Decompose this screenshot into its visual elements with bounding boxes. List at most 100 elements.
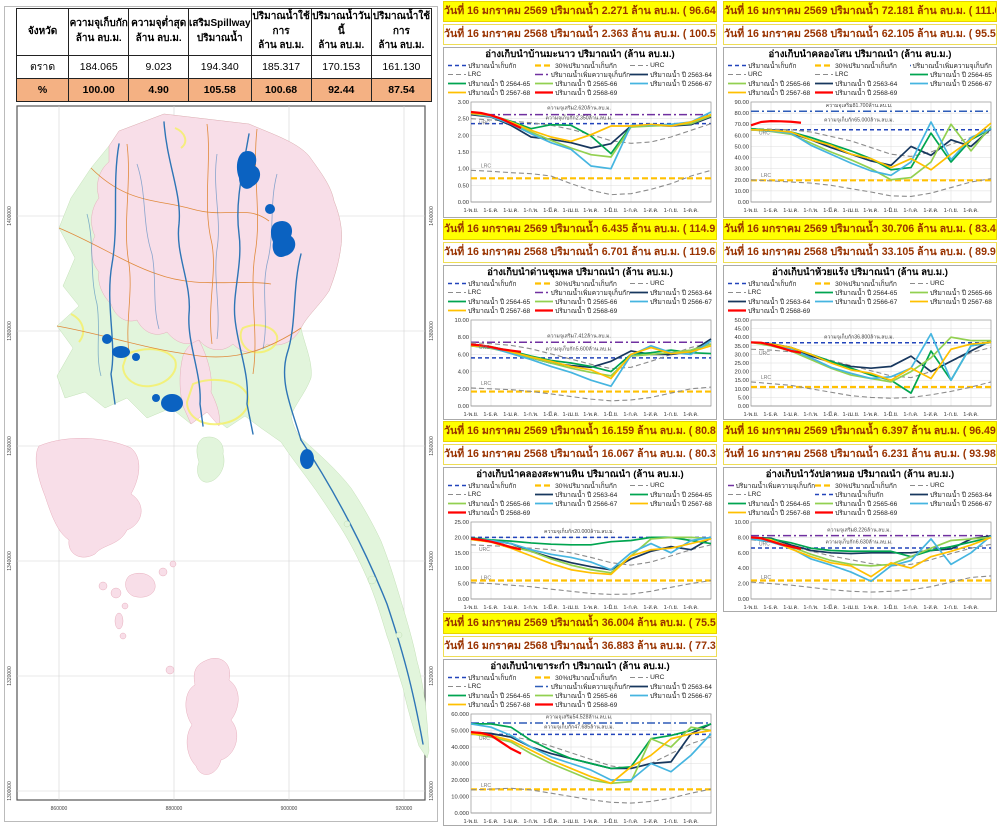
table-cell: 161.130 <box>371 55 431 78</box>
svg-text:10.00: 10.00 <box>454 566 469 572</box>
legend-line-sample <box>535 692 553 699</box>
legend-line-sample <box>630 683 648 690</box>
svg-text:880000: 880000 <box>166 806 183 812</box>
svg-text:40.00: 40.00 <box>734 156 749 162</box>
reservoir-chart-block: วันที่ 16 มกราคม 2569 ปริมาณน้ำ 36.004 ล… <box>440 612 720 826</box>
legend-item-cap30: 30%ปริมาณน้ำเก็บกัก <box>815 481 910 490</box>
chart-legend: ปริมาณน้ำเก็บกัก30%ปริมาณน้ำเก็บกักURCLR… <box>446 481 714 517</box>
svg-text:45.00: 45.00 <box>734 327 749 333</box>
legend-item-cap30: 30%ปริมาณน้ำเก็บกัก <box>535 279 630 288</box>
svg-text:ความจุเก็บกัก5.600ล้าน.ลบ.ม.: ความจุเก็บกัก5.600ล้าน.ลบ.ม. <box>545 345 612 353</box>
chart-plot: 0.005.0010.0015.0020.0025.0030.0035.0040… <box>726 315 994 418</box>
table-cell: ตราด <box>17 55 69 78</box>
chart-title: อ่างเก็บน้ำบ้านมะนาว ปริมาณน้ำ (ล้าน ลบ.… <box>446 49 714 61</box>
legend-line-sample <box>448 62 466 69</box>
table-header: ปริมาณน้ำวันนี้ล้าน ลบ.ม. <box>311 9 371 56</box>
svg-text:1340000: 1340000 <box>7 551 13 571</box>
svg-text:1-ก.ค.: 1-ก.ค. <box>903 208 919 214</box>
svg-text:LRC: LRC <box>481 576 491 582</box>
legend-item-y6566: ปริมาณน้ำ ปี 2565-66 <box>535 691 630 700</box>
report-page: จังหวัดความจุเก็บกักล้าน ลบ.ม.ความจุต่ำส… <box>0 0 1000 826</box>
svg-text:60.00: 60.00 <box>734 133 749 139</box>
legend-item-y6465: ปริมาณน้ำ ปี 2564-65 <box>815 288 910 297</box>
legend-item-y6667: ปริมาณน้ำ ปี 2566-67 <box>630 79 712 88</box>
svg-text:1340000: 1340000 <box>429 551 433 571</box>
svg-text:900000: 900000 <box>281 806 298 812</box>
svg-text:1-มี.ค.: 1-มี.ค. <box>823 604 839 611</box>
svg-text:1-ต.ค.: 1-ต.ค. <box>963 208 979 214</box>
svg-text:1-ก.พ.: 1-ก.พ. <box>523 412 539 418</box>
legend-item-y6465: ปริมาณน้ำ ปี 2564-65 <box>448 691 535 700</box>
legend-line-sample <box>910 482 928 489</box>
legend-item-y6768: ปริมาณน้ำ ปี 2567-68 <box>630 499 712 508</box>
legend-item-lrc: LRC <box>448 490 535 499</box>
legend-item-y6667: ปริมาณน้ำ ปี 2566-67 <box>630 297 712 306</box>
charts-grid: วันที่ 16 มกราคม 2569 ปริมาณน้ำ 2.271 ล้… <box>440 0 1000 826</box>
legend-item-cap30: 30%ปริมาณน้ำเก็บกัก <box>535 481 630 490</box>
legend-item-y6566: ปริมาณน้ำ ปี 2565-66 <box>910 288 992 297</box>
reservoir-chart-block: วันที่ 16 มกราคม 2569 ปริมาณน้ำ 6.397 ล้… <box>720 420 1000 612</box>
legend-line-sample <box>630 674 648 681</box>
svg-text:ความจุเสริม81.700ล้าน.ลบ.ม.: ความจุเสริม81.700ล้าน.ลบ.ม. <box>826 102 893 109</box>
legend-item-lrc: LRC <box>815 70 910 79</box>
table-header: ความจุต่ำสุดล้าน ลบ.ม. <box>129 9 189 56</box>
svg-text:1-ธ.ค.: 1-ธ.ค. <box>763 411 779 418</box>
legend-item-y6768: ปริมาณน้ำ ปี 2567-68 <box>728 88 815 97</box>
svg-text:50.000: 50.000 <box>451 729 469 735</box>
legend-line-sample <box>448 683 466 690</box>
svg-text:URC: URC <box>759 131 770 137</box>
island-green-small <box>197 437 224 482</box>
island-ko-chang <box>36 438 141 557</box>
svg-text:1-ม.ค.: 1-ม.ค. <box>783 208 799 214</box>
legend-line-sample <box>815 80 833 87</box>
plot-svg: 0.005.0010.0015.0020.0025.00URCLRCความจุ… <box>446 517 716 612</box>
island-ko-mak-cluster <box>99 561 176 639</box>
svg-text:1-มิ.ย.: 1-มิ.ย. <box>883 207 898 214</box>
chart-box: อ่างเก็บน้ำคลองโสน ปริมาณน้ำ (ล้าน ลบ.ม.… <box>723 47 997 218</box>
banner-previous: วันที่ 16 มกราคม 2568 ปริมาณน้ำ 16.067 ล… <box>443 444 717 465</box>
svg-text:1-ก.ย.: 1-ก.ย. <box>664 605 679 611</box>
banner-previous: วันที่ 16 มกราคม 2568 ปริมาณน้ำ 33.105 ล… <box>723 242 997 263</box>
legend-line-sample <box>728 280 746 287</box>
legend-item-urc: URC <box>728 70 815 79</box>
svg-text:1-ต.ค.: 1-ต.ค. <box>963 412 979 418</box>
legend-item-y6465: ปริมาณน้ำ ปี 2564-65 <box>448 79 535 88</box>
svg-text:1-เม.ย.: 1-เม.ย. <box>563 412 580 418</box>
legend-line-sample <box>910 80 928 87</box>
svg-text:LRC: LRC <box>481 163 491 169</box>
legend-item-y6768: ปริมาณน้ำ ปี 2567-68 <box>728 508 815 517</box>
legend-line-sample <box>815 71 833 78</box>
svg-text:30.00: 30.00 <box>734 167 749 173</box>
legend-line-sample <box>815 62 833 69</box>
chart-legend: ปริมาณน้ำเพิ่มความจุเก็บกัก30%ปริมาณน้ำเ… <box>726 481 994 517</box>
svg-text:1-พ.ย.: 1-พ.ย. <box>463 605 478 611</box>
legend-line-sample <box>815 509 833 516</box>
legend-item-y6566: ปริมาณน้ำ ปี 2565-66 <box>815 499 910 508</box>
chart-title: อ่างเก็บน้ำวังปลาหมอ ปริมาณน้ำ (ล้าน ลบ.… <box>726 469 994 481</box>
svg-text:35.00: 35.00 <box>734 344 749 350</box>
svg-text:1-มี.ค.: 1-มี.ค. <box>543 818 559 825</box>
svg-text:10.00: 10.00 <box>734 520 749 526</box>
banner-current: วันที่ 16 มกราคม 2569 ปริมาณน้ำ 6.435 ล้… <box>443 219 717 240</box>
legend-line-sample <box>815 482 833 489</box>
svg-text:0.00: 0.00 <box>738 200 749 206</box>
legend-line-sample <box>815 491 833 498</box>
banner-current: วันที่ 16 มกราคม 2569 ปริมาณน้ำ 16.159 ล… <box>443 421 717 442</box>
svg-text:1-มี.ค.: 1-มี.ค. <box>823 207 839 214</box>
legend-line-sample <box>535 71 549 78</box>
legend-item-urc: URC <box>630 279 712 288</box>
svg-text:1-มิ.ย.: 1-มิ.ย. <box>883 411 898 418</box>
legend-item-spill: ปริมาณน้ำเพิ่มความจุเก็บกัก <box>910 61 992 70</box>
chart-plot: 0.005.0010.0015.0020.0025.00URCLRCความจุ… <box>446 517 714 610</box>
svg-text:15.00: 15.00 <box>454 551 469 557</box>
table-cell: 170.153 <box>311 55 371 78</box>
legend-line-sample <box>630 692 648 699</box>
legend-line-sample <box>815 289 833 296</box>
svg-text:1-ส.ค.: 1-ส.ค. <box>643 207 659 214</box>
province-map: 8600008600008800008800009000009000009200… <box>7 104 433 818</box>
reservoir-chart-block: วันที่ 16 มกราคม 2569 ปริมาณน้ำ 6.435 ล้… <box>440 218 720 420</box>
legend-line-sample <box>448 71 466 78</box>
legend-line-sample <box>815 500 833 507</box>
legend-line-sample <box>630 491 648 498</box>
banner-previous: วันที่ 16 มกราคม 2568 ปริมาณน้ำ 6.701 ล้… <box>443 242 717 263</box>
